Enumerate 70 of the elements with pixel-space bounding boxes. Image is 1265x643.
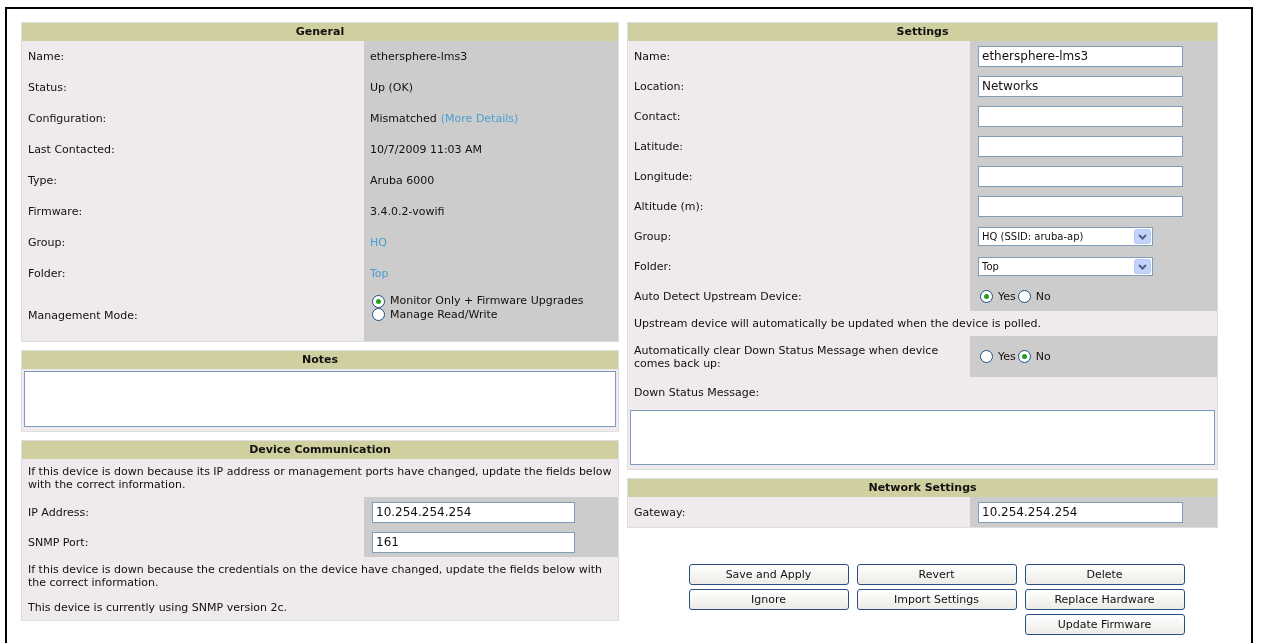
section-header: Notes: [22, 351, 618, 369]
section-header: Device Communication: [22, 441, 618, 459]
section-header: Settings: [628, 23, 1217, 41]
info-text: If this device is down because the credentials on the device have changed, update the fields below with the correct information.: [27, 562, 603, 591]
field-label: Group:: [27, 235, 67, 251]
text-field[interactable]: [978, 135, 1183, 157]
field-label: Name:: [27, 49, 66, 65]
info-text: Upstream device will automatically be updated when the device is polled.: [633, 316, 1043, 332]
section-header: General: [22, 23, 618, 41]
field-label: Firmware:: [27, 204, 84, 220]
action-button[interactable]: Update Firmware: [1024, 614, 1185, 635]
text-field[interactable]: 10.254.254.254: [372, 501, 575, 523]
field-value: Up (OK): [370, 81, 413, 94]
info-text: This device is currently using SNMP version 2c.: [27, 600, 288, 616]
text-field[interactable]: [978, 195, 1183, 217]
field-value: Aruba 6000: [370, 174, 435, 187]
field-label: Group:: [633, 228, 673, 245]
action-button[interactable]: Save and Apply: [688, 564, 849, 585]
field-label: Auto Detect Upstream Device:: [633, 288, 803, 305]
field-value: 10/7/2009 11:03 AM: [370, 143, 483, 156]
radio-button[interactable]: [980, 350, 993, 363]
field-label: Automatically clear Down Status Message when device comes back up:: [633, 342, 940, 372]
field-value: ethersphere-lms3: [370, 50, 468, 63]
radio-label: Manage Read/Write: [390, 307, 498, 321]
field-label: Type:: [27, 173, 58, 189]
field-label: Contact:: [633, 108, 682, 125]
field-label: Management Mode:: [27, 307, 139, 324]
radio-label: No: [1035, 289, 1051, 303]
text-field[interactable]: [978, 165, 1183, 187]
field-label: Last Contacted:: [27, 142, 116, 158]
field-label: IP Address:: [27, 504, 90, 521]
action-button[interactable]: Revert: [856, 564, 1017, 585]
dropdown-field[interactable]: Top: [978, 256, 1153, 276]
field-label: Folder:: [633, 258, 673, 275]
field-value: Mismatched: [370, 112, 437, 125]
field-label: Latitude:: [633, 138, 684, 155]
action-button[interactable]: Import Settings: [856, 589, 1017, 610]
field-label: Down Status Message:: [633, 385, 761, 401]
field-label: Location:: [633, 78, 686, 95]
field-label: Status:: [27, 80, 68, 96]
action-button[interactable]: Delete: [1024, 564, 1185, 585]
radio-label: Yes: [998, 289, 1016, 303]
field-label: Gateway:: [633, 504, 687, 521]
notes-field[interactable]: [24, 371, 616, 427]
radio-button[interactable]: [1017, 289, 1031, 303]
action-button[interactable]: Replace Hardware: [1024, 589, 1185, 610]
radio-label: Yes: [998, 350, 1016, 363]
field-label: SNMP Port:: [27, 534, 90, 551]
radio-button[interactable]: [372, 308, 385, 321]
radio-label: No: [1035, 350, 1051, 363]
radio-label: Monitor Only + Firmware Upgrades: [390, 294, 584, 307]
message-field[interactable]: [630, 410, 1215, 465]
text-field[interactable]: ethersphere-lms3: [978, 45, 1183, 67]
field-label: Folder:: [27, 266, 67, 282]
info-text: If this device is down because its IP address or management ports have changed, update the fields below with the correct information.: [27, 464, 613, 493]
text-field[interactable]: [978, 105, 1183, 127]
text-field[interactable]: Networks: [978, 75, 1183, 97]
radio-button[interactable]: [1017, 350, 1031, 363]
text-field[interactable]: 10.254.254.254: [978, 501, 1183, 523]
field-label: Altitude (m):: [633, 198, 705, 215]
radio-button[interactable]: [372, 294, 385, 308]
dropdown-field[interactable]: HQ (SSID: aruba-ap): [978, 226, 1153, 246]
field-label: Longitude:: [633, 168, 694, 185]
radio-button[interactable]: [980, 289, 993, 303]
field-value: 3.4.0.2-vowifi: [370, 205, 445, 218]
action-button[interactable]: Ignore: [688, 589, 849, 610]
text-field[interactable]: 161: [372, 531, 575, 553]
section-header: Network Settings: [628, 479, 1217, 497]
field-label: Name:: [633, 48, 672, 65]
field-label: Configuration:: [27, 111, 108, 127]
